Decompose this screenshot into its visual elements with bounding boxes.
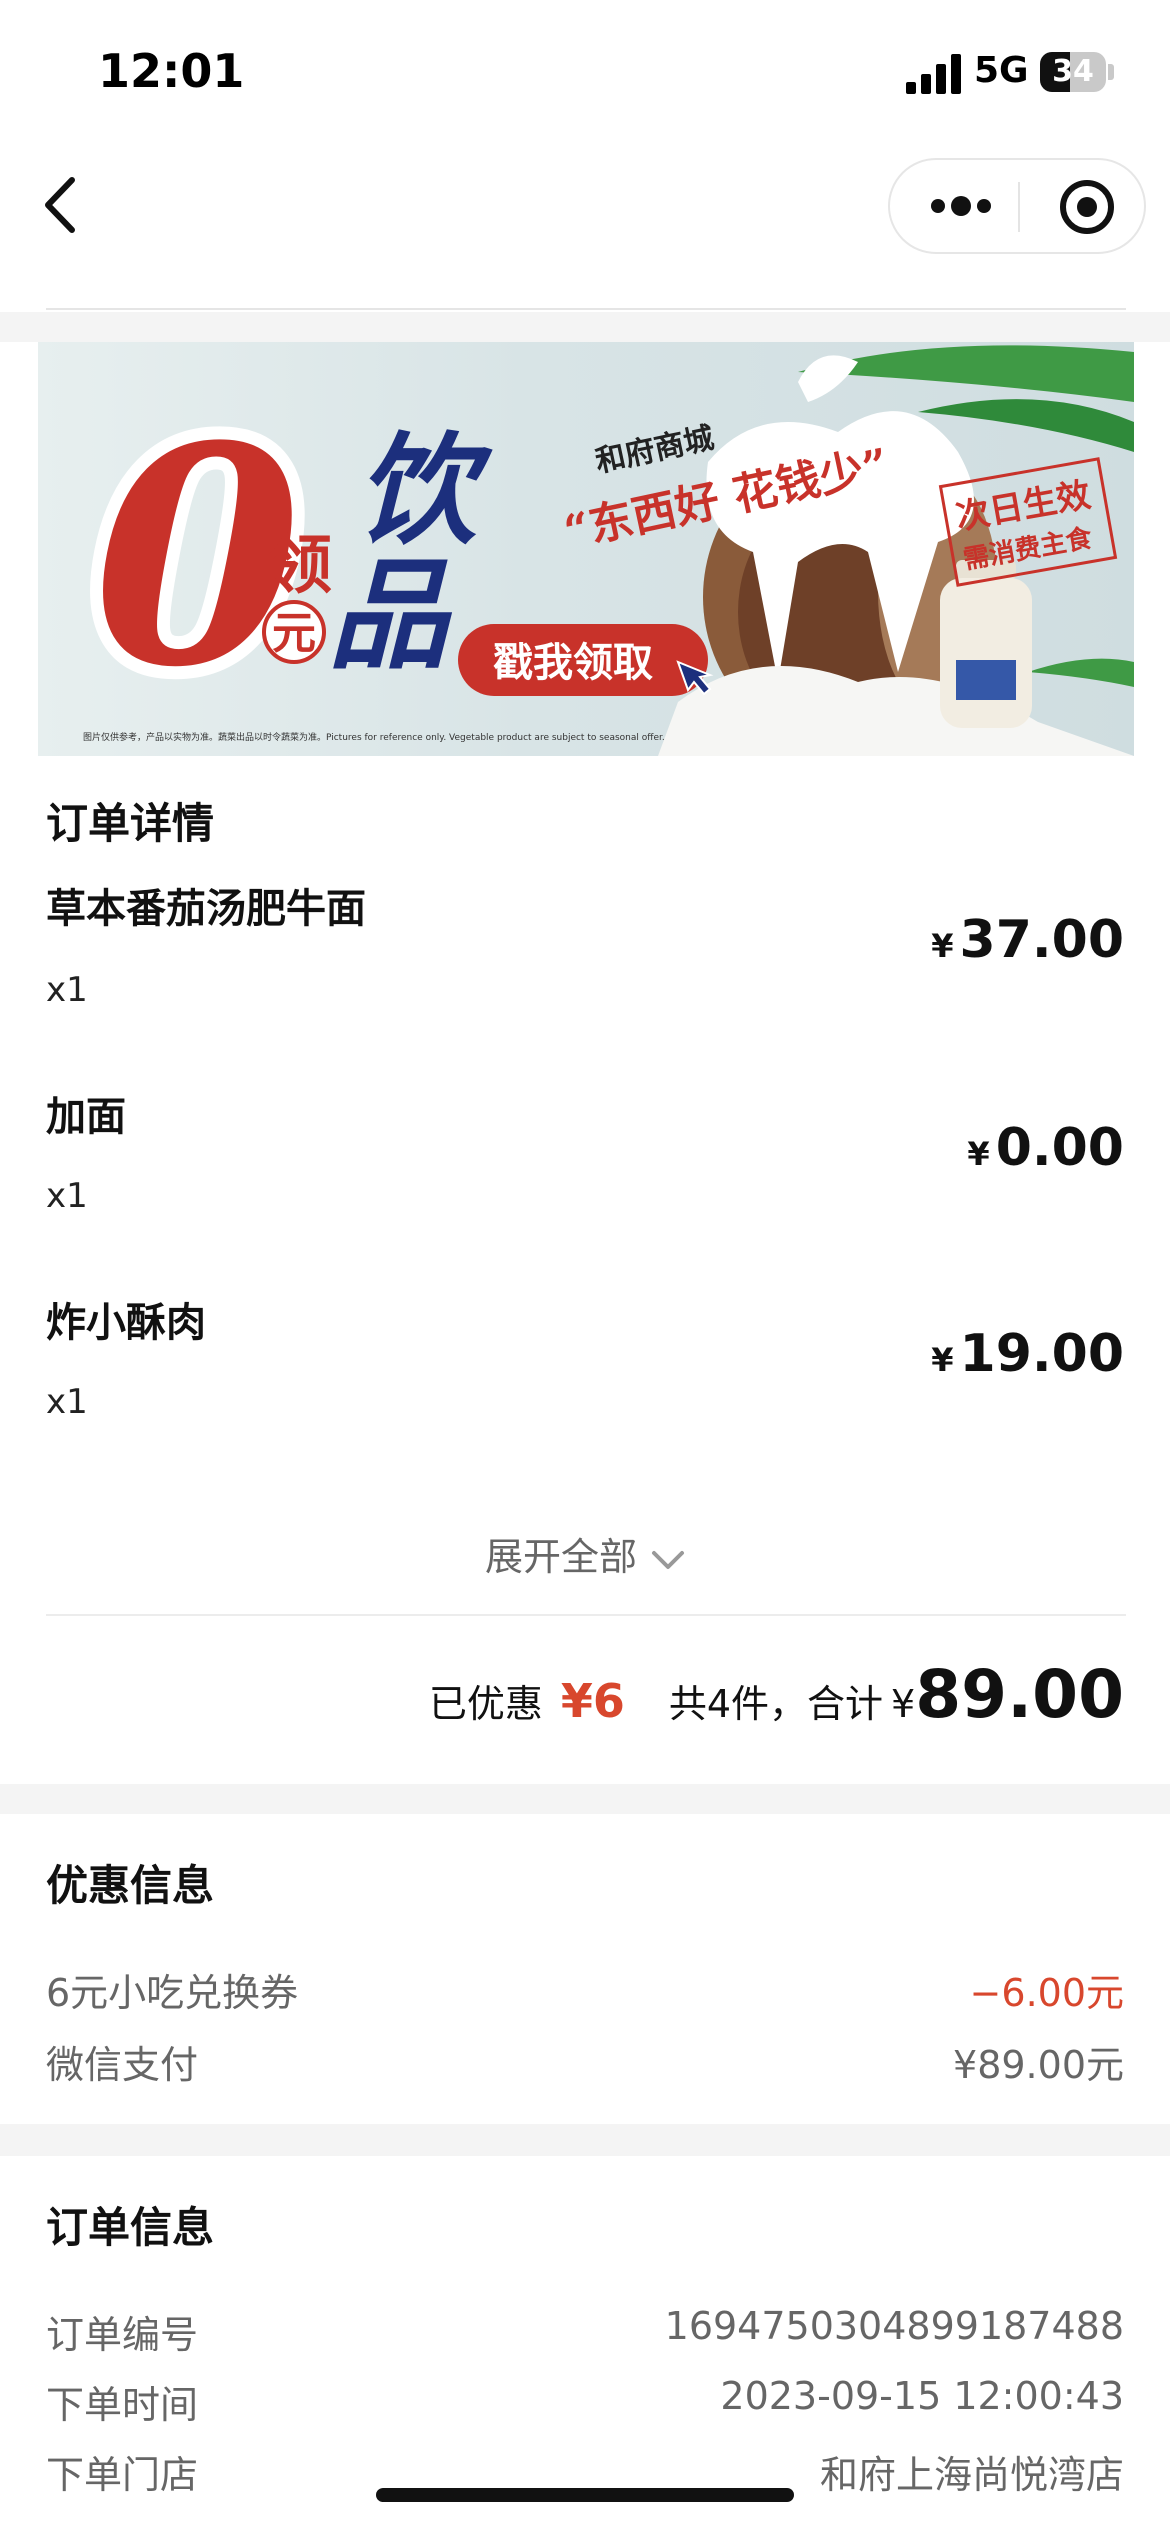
promo-banner-art: 0 0 领 元 饮 品 和府商城 “东西好 花钱少” 戳我领取 次日生效 需消费… [80, 345, 1134, 756]
expand-all-label: 展开全部 [484, 1535, 637, 1579]
order-time-label: 下单时间 [46, 2383, 199, 2427]
status-time: 12:01 [98, 44, 245, 98]
battery-level: 34 [1052, 54, 1094, 89]
item-qty: x1 [46, 970, 88, 1010]
order-info-title: 订单信息 [46, 2203, 215, 2252]
chevron-down-icon [652, 1550, 684, 1569]
total-currency: ¥ [891, 1682, 916, 1726]
order-time-value: 2023-09-15 12:00:43 [720, 2374, 1124, 2418]
item-name: 草本番茄汤肥牛面 [46, 886, 366, 932]
network-type: 5G [974, 50, 1029, 91]
target-icon[interactable] [1058, 178, 1116, 236]
discount-value: ¥6 [560, 1674, 625, 1728]
banner-ling: 领 [268, 529, 332, 603]
item-price: ¥0.00 [967, 1118, 1124, 1178]
item-price-value: 19.00 [959, 1324, 1124, 1384]
battery-tip [1108, 64, 1114, 80]
item-qty: x1 [46, 1176, 88, 1216]
section-gap [0, 2124, 1170, 2156]
banner-button: 戳我领取 [493, 639, 653, 686]
total-amount: 89.00 [915, 1656, 1124, 1733]
mini-program-capsule [888, 158, 1146, 254]
banner-disclaimer: 图片仅供参考，产品以实物为准。蔬菜出品以时令蔬菜为准。Pictures for … [83, 731, 665, 743]
payment-amount: ¥89.00元 [953, 2043, 1124, 2087]
item-count-label: 共4件，合计 [668, 1682, 884, 1726]
coupon-label: 6元小吃兑换券 [46, 1971, 299, 2015]
currency-symbol: ¥ [931, 927, 954, 965]
item-qty: x1 [46, 1382, 88, 1422]
battery-icon: 34 [1040, 52, 1106, 92]
discount-info-title: 优惠信息 [46, 1861, 215, 1910]
banner-pin: 品 [328, 547, 453, 686]
item-price-value: 37.00 [959, 910, 1124, 970]
payment-method-label: 微信支付 [46, 2043, 199, 2087]
order-number-label: 订单编号 [46, 2313, 199, 2357]
item-name: 加面 [46, 1094, 126, 1140]
promo-banner[interactable]: 0 0 领 元 饮 品 和府商城 “东西好 花钱少” 戳我领取 次日生效 需消费… [38, 342, 1134, 756]
banner-yuan: 元 [272, 608, 316, 659]
item-price: ¥19.00 [931, 1324, 1124, 1384]
status-bar: 12:01 5G 34 [0, 0, 1170, 150]
currency-symbol: ¥ [931, 1341, 954, 1379]
section-gap [0, 312, 1170, 342]
item-price-value: 0.00 [995, 1118, 1124, 1178]
currency-symbol: ¥ [967, 1135, 990, 1173]
expand-all-button[interactable]: 展开全部 [0, 1526, 1170, 1581]
signal-icon [906, 54, 961, 94]
nav-divider [46, 308, 1126, 310]
section-gap [0, 1784, 1170, 1814]
coupon-value: −6.00元 [969, 1971, 1124, 2015]
home-indicator[interactable] [376, 2488, 794, 2502]
back-icon[interactable] [38, 172, 88, 238]
discount-label: 已优惠 [428, 1682, 543, 1726]
item-name: 炸小酥肉 [46, 1300, 206, 1346]
order-total-summary: 已优惠 ¥6 共4件，合计 ¥89.00 [429, 1656, 1124, 1733]
banner-yin: 饮 [356, 422, 493, 561]
order-divider [46, 1614, 1126, 1616]
item-price: ¥37.00 [931, 910, 1124, 970]
order-number-value[interactable]: 1694750304899187488 [665, 2304, 1124, 2348]
banner-mall: 和府商城 [592, 421, 717, 480]
order-details-title: 订单详情 [46, 799, 215, 848]
order-store-value: 和府上海尚悦湾店 [819, 2453, 1124, 2497]
order-store-label: 下单门店 [46, 2453, 199, 2497]
more-icon[interactable] [928, 186, 994, 226]
capsule-divider [1018, 182, 1020, 232]
